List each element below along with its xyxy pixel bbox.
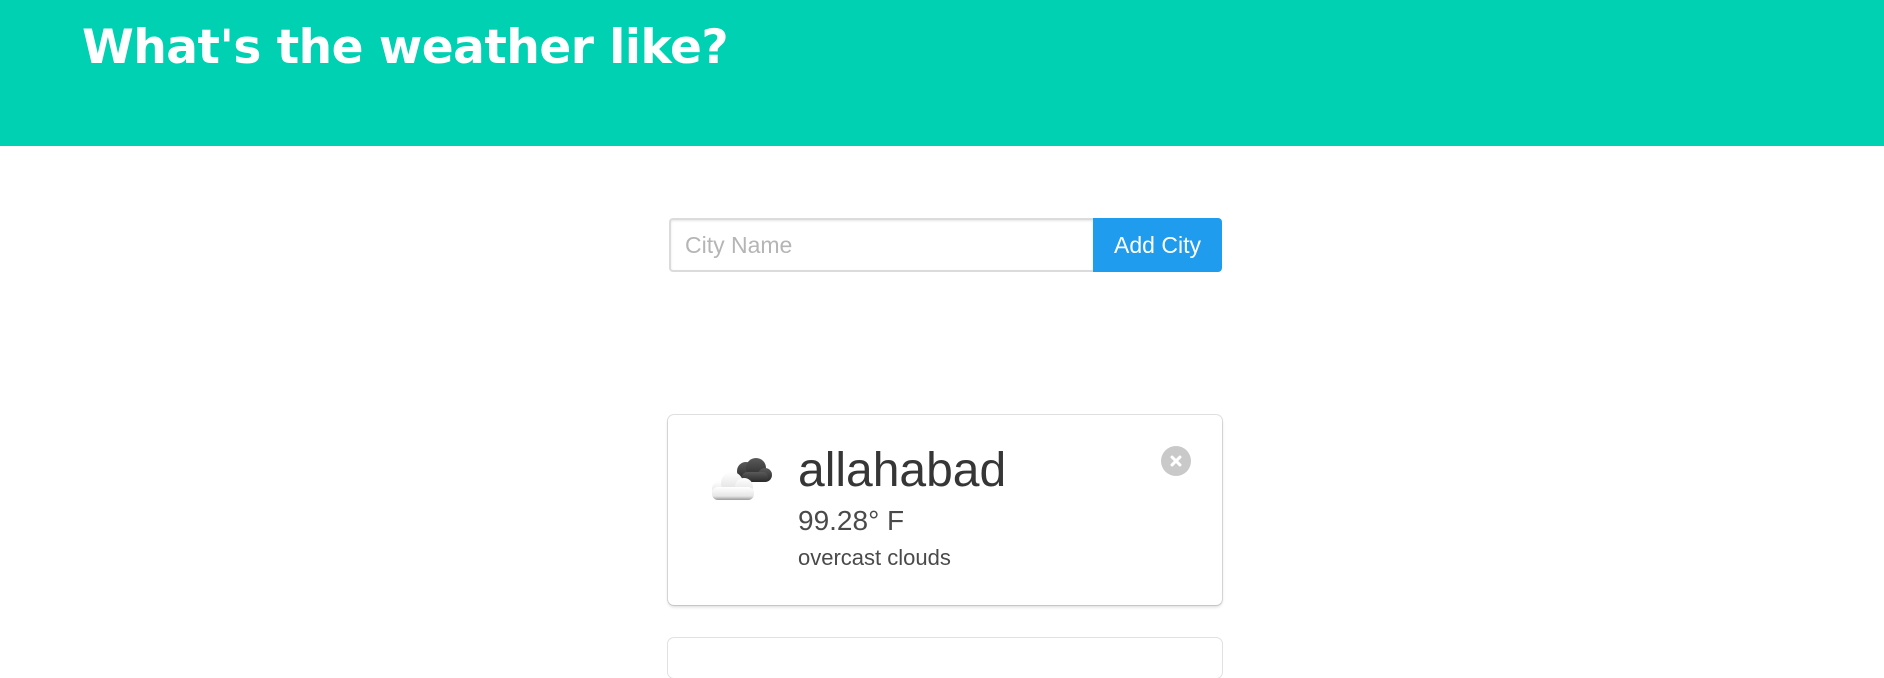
add-city-form: Add City — [669, 218, 1222, 272]
page-title: What's the weather like? — [82, 20, 729, 75]
delete-city-button[interactable] — [1161, 446, 1191, 476]
city-name: allahabad — [798, 444, 1007, 497]
overcast-clouds-icon — [712, 458, 772, 500]
city-name-input[interactable] — [669, 218, 1093, 272]
temperature: 99.28° F — [798, 505, 905, 536]
add-city-button[interactable]: Add City — [1093, 218, 1222, 272]
city-weather-card — [668, 638, 1222, 678]
weather-description: overcast clouds — [798, 545, 951, 570]
city-weather-card: allahabad 99.28° F overcast clouds — [668, 415, 1222, 605]
page-header: What's the weather like? — [0, 0, 1884, 146]
